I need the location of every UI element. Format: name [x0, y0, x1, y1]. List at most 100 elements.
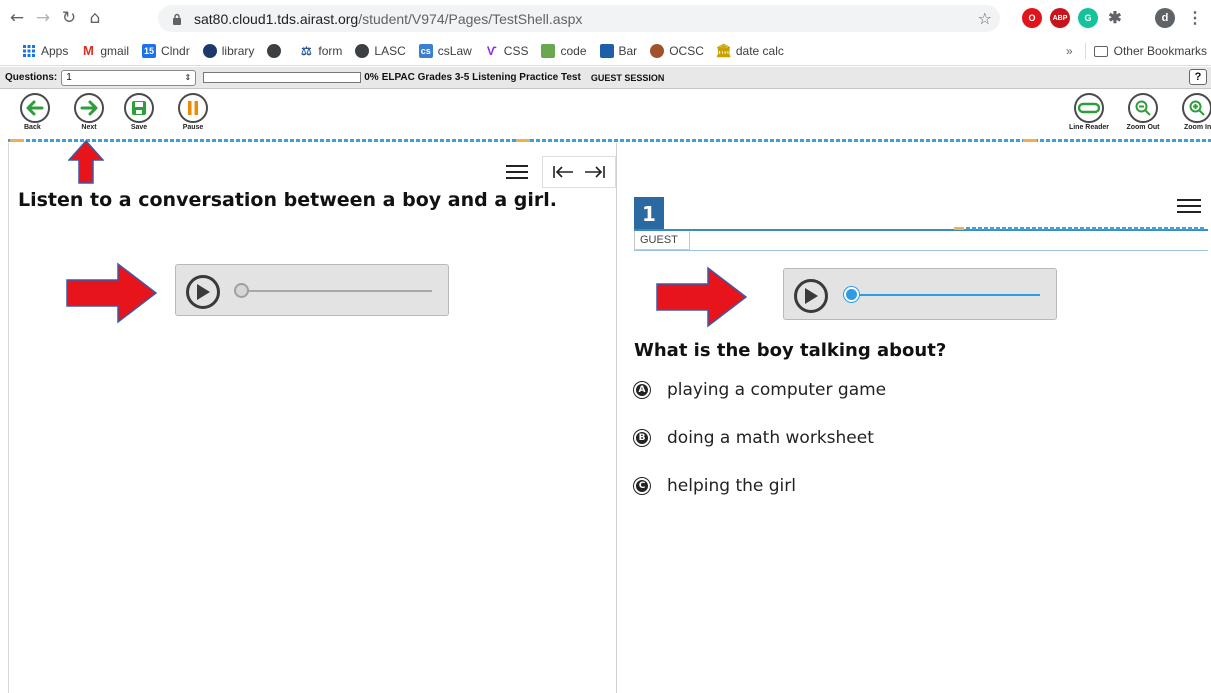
forward-arrow-icon[interactable]: →	[30, 5, 56, 31]
opera-icon[interactable]: O	[1022, 8, 1042, 28]
back-arrow-icon[interactable]: ←	[4, 5, 30, 31]
option-letter-c: C	[634, 478, 650, 494]
question-stem: What is the boy talking about?	[634, 340, 947, 361]
bookmark-apps[interactable]: Apps	[22, 44, 68, 58]
bookmark-star-icon[interactable]: ☆	[978, 9, 992, 28]
bookmark-form[interactable]: ⚖ form	[299, 44, 342, 58]
zoom-in-button[interactable]: Zoom In	[1174, 93, 1211, 131]
back-label: Back	[24, 124, 41, 131]
save-button[interactable]: Save	[116, 93, 162, 131]
toolbar-divider	[8, 139, 1211, 142]
bookmark-gmail[interactable]: Mgmail	[81, 43, 129, 58]
option-letter-b: B	[634, 430, 650, 446]
bookmark-bar[interactable]: Bar	[599, 43, 637, 58]
globe-icon	[267, 43, 282, 58]
menu-bar	[1177, 205, 1201, 207]
divider-accent	[10, 139, 24, 142]
pause-button[interactable]: Pause	[170, 93, 216, 131]
red-arrow-right-icon	[66, 262, 158, 324]
line-reader-icon	[1074, 93, 1104, 123]
bookmark-clndr[interactable]: 15 Clndr	[142, 43, 190, 58]
line-reader-button[interactable]: Line Reader	[1062, 93, 1116, 131]
pause-icon	[178, 93, 208, 123]
session-label: GUEST SESSION	[590, 72, 665, 83]
questions-label: Questions:	[5, 72, 58, 83]
divider-accent	[516, 139, 530, 142]
bookmark-cslaw[interactable]: cs csLaw	[418, 43, 472, 58]
bookmark-code[interactable]: code	[541, 43, 587, 58]
lock-icon	[170, 12, 184, 26]
expand-pane-arrows-icon[interactable]	[542, 156, 616, 188]
help-button[interactable]: ?	[1189, 69, 1207, 85]
red-arrow-up-icon	[68, 140, 104, 184]
next-button[interactable]: Next	[66, 93, 112, 131]
home-icon[interactable]: ⌂	[82, 5, 108, 31]
zoom-out-label: Zoom Out	[1126, 124, 1160, 131]
item-header-dash	[954, 227, 1206, 230]
apps-grid-icon	[22, 44, 36, 58]
bookmark-ocsc[interactable]: OCSC	[650, 43, 704, 58]
other-bookmarks[interactable]: Other Bookmarks	[1114, 44, 1207, 58]
stimulus-instructions: Listen to a conversation between a boy a…	[18, 189, 557, 211]
audio-track[interactable]	[844, 294, 1040, 296]
answer-option-c[interactable]: C helping the girl	[634, 476, 796, 496]
ocsc-icon	[650, 43, 665, 58]
back-button[interactable]: Back	[12, 93, 58, 131]
grammarly-icon[interactable]: G	[1078, 8, 1098, 28]
item-audio-player	[783, 268, 1057, 320]
menu-bar	[1177, 211, 1201, 213]
bookmark-globe[interactable]	[267, 43, 286, 58]
scales-icon: ⚖	[301, 43, 312, 58]
gmail-icon: M	[82, 43, 94, 58]
pane-divider[interactable]	[616, 143, 617, 693]
bookmarks-separator	[1084, 43, 1086, 59]
calendar-icon: 15	[142, 43, 157, 58]
bookmark-css[interactable]: Ѵ CSS	[485, 44, 529, 58]
select-updown-icon: ⇕	[184, 73, 192, 82]
stimulus-menu-icon[interactable]	[492, 156, 542, 188]
test-progress-bar	[203, 72, 362, 83]
bookmarks-bar: Apps Mgmail 15 Clndr library ⚖ form LASC c…	[0, 36, 1211, 66]
adblock-icon[interactable]: ABP	[1050, 8, 1070, 28]
answer-option-b[interactable]: B doing a math worksheet	[634, 428, 874, 448]
address-bar[interactable]: sat80.cloud1.tds.airast.org/student/V974…	[158, 5, 1000, 32]
url-host: sat80.cloud1.tds.airast.org	[194, 10, 359, 27]
item-menu-icon[interactable]	[1177, 199, 1201, 217]
back-arrow-circle-icon	[20, 93, 50, 123]
audio-track[interactable]	[234, 290, 432, 292]
code-icon	[541, 43, 556, 58]
extensions-puzzle-icon[interactable]: ✱	[1105, 8, 1125, 28]
test-toolbar: Back Next Save Pause Line Reader Zoom Ou…	[0, 89, 1211, 139]
answer-option-a[interactable]: A playing a computer game	[634, 380, 886, 400]
save-label: Save	[130, 124, 148, 131]
dash-accent	[954, 227, 964, 230]
audio-scrubber[interactable]	[844, 287, 859, 302]
profile-avatar[interactable]: d	[1155, 8, 1175, 28]
bookmark-library[interactable]: library	[202, 43, 254, 58]
stimulus-audio-player	[175, 264, 449, 316]
cs-icon: cs	[418, 43, 433, 58]
css-icon: Ѵ	[486, 43, 497, 58]
left-edge	[8, 143, 9, 693]
bookmark-lasc[interactable]: LASC	[355, 43, 406, 58]
stimulus-pane-tools	[492, 156, 616, 188]
globe-icon	[202, 43, 217, 58]
pause-label: Pause	[182, 124, 204, 131]
zoom-out-button[interactable]: Zoom Out	[1120, 93, 1166, 131]
play-button-icon[interactable]	[794, 279, 828, 313]
guest-tab: GUEST	[634, 231, 690, 250]
reload-icon[interactable]: ↻	[56, 5, 82, 31]
more-bookmarks-chevron[interactable]: »	[1066, 44, 1073, 58]
page: ← → ↻ ⌂ sat80.cloud1.tds.airast.org/stud…	[0, 0, 1211, 693]
question-select[interactable]: 1 ⇕	[61, 69, 197, 86]
divider-accent	[1023, 139, 1037, 142]
play-button-icon[interactable]	[186, 275, 220, 309]
test-status-bar: Questions: 1 ⇕ 0% ELPAC Grades 3-5 Liste…	[0, 67, 1211, 89]
browser-menu-icon[interactable]: ⋮	[1185, 8, 1205, 28]
bookmark-date-calc[interactable]: 🏛 date calc	[716, 43, 784, 58]
option-text-c: helping the girl	[667, 476, 796, 496]
guest-rule	[634, 250, 1208, 251]
browser-toolbar: ← → ↻ ⌂ sat80.cloud1.tds.airast.org/stud…	[0, 0, 1211, 36]
zoom-in-label: Zoom In	[1184, 124, 1211, 131]
audio-scrubber[interactable]	[234, 283, 249, 298]
